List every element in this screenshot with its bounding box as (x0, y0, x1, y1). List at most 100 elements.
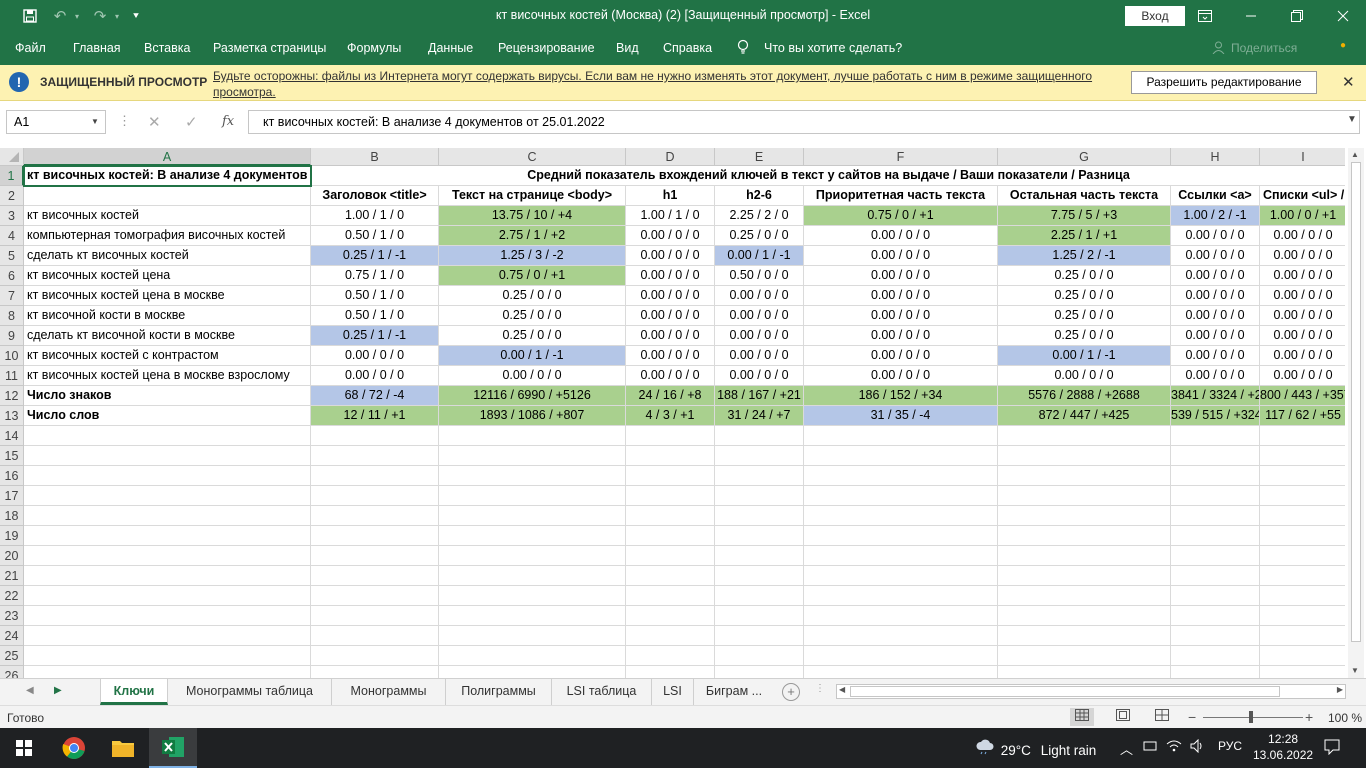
empty-cell[interactable] (626, 546, 715, 566)
column-title-b[interactable]: Заголовок <title> (311, 186, 439, 206)
value-cell[interactable]: 0.00 / 0 / 0 (1260, 366, 1345, 386)
empty-cell[interactable] (998, 586, 1171, 606)
row-header[interactable]: 10 (0, 346, 24, 366)
value-cell[interactable]: 0.25 / 0 / 0 (715, 226, 804, 246)
prev-sheet-icon[interactable]: ◀ (26, 685, 34, 696)
share-icon[interactable] (1212, 41, 1225, 57)
column-header-d[interactable]: D (626, 148, 715, 166)
empty-cell[interactable] (24, 626, 311, 646)
empty-cell[interactable] (1171, 586, 1260, 606)
scroll-up-icon[interactable]: ▲ (1351, 150, 1359, 159)
row-header[interactable]: 8 (0, 306, 24, 326)
value-cell[interactable]: 0.00 / 0 / 0 (804, 326, 998, 346)
scroll-right-icon[interactable]: ▶ (1337, 685, 1343, 694)
empty-cell[interactable] (998, 666, 1171, 678)
empty-cell[interactable] (439, 606, 626, 626)
empty-cell[interactable] (804, 566, 998, 586)
empty-cell[interactable] (998, 426, 1171, 446)
empty-cell[interactable] (804, 606, 998, 626)
empty-cell[interactable] (1171, 426, 1260, 446)
value-cell[interactable]: 0.00 / 0 / 0 (626, 266, 715, 286)
empty-cell[interactable] (24, 426, 311, 446)
sheet-tab-polygrams[interactable]: Полиграммы (446, 679, 552, 705)
empty-cell[interactable] (1171, 546, 1260, 566)
enter-icon[interactable]: ✓ (185, 113, 198, 131)
empty-cell[interactable] (626, 486, 715, 506)
value-cell[interactable]: 0.75 / 0 / +1 (804, 206, 998, 226)
tell-me-search[interactable]: Что вы хотите сделать? (764, 41, 902, 55)
empty-cell[interactable] (439, 626, 626, 646)
value-cell[interactable]: 0.25 / 0 / 0 (998, 266, 1171, 286)
value-cell[interactable]: 0.75 / 1 / 0 (311, 266, 439, 286)
ribbon-display-icon[interactable] (1182, 0, 1228, 32)
network-icon[interactable] (1143, 739, 1159, 756)
empty-cell[interactable] (311, 666, 439, 678)
restore-icon[interactable] (1274, 0, 1320, 32)
empty-cell[interactable] (311, 466, 439, 486)
empty-cell[interactable] (24, 526, 311, 546)
value-cell[interactable]: 0.25 / 0 / 0 (439, 326, 626, 346)
close-icon[interactable] (1320, 0, 1366, 32)
empty-cell[interactable] (1260, 666, 1345, 678)
empty-cell[interactable] (439, 566, 626, 586)
column-header-f[interactable]: F (804, 148, 998, 166)
enable-editing-button[interactable]: Разрешить редактирование (1131, 71, 1317, 94)
column-title-i[interactable]: Списки <ul> / <ol> (1260, 186, 1345, 206)
empty-cell[interactable] (804, 546, 998, 566)
empty-cell[interactable] (626, 526, 715, 546)
empty-cell[interactable] (311, 626, 439, 646)
sheet-tab-keys[interactable]: Ключи (100, 679, 168, 705)
value-cell[interactable]: 0.00 / 1 / -1 (998, 346, 1171, 366)
column-header-g[interactable]: G (998, 148, 1171, 166)
value-cell[interactable]: 117 / 62 / +55 (1260, 406, 1345, 426)
tab-page-layout[interactable]: Разметка страницы (213, 41, 326, 55)
value-cell[interactable]: 31 / 24 / +7 (715, 406, 804, 426)
value-cell[interactable]: 13.75 / 10 / +4 (439, 206, 626, 226)
value-cell[interactable]: 0.00 / 0 / 0 (626, 306, 715, 326)
row-header[interactable]: 1 (0, 166, 24, 186)
value-cell[interactable]: 0.00 / 0 / 0 (715, 366, 804, 386)
value-cell[interactable]: 0.25 / 1 / -1 (311, 246, 439, 266)
value-cell[interactable]: 0.00 / 0 / 0 (1260, 306, 1345, 326)
row-header[interactable]: 19 (0, 526, 24, 546)
expand-formula-bar-icon[interactable]: ▼ (1347, 114, 1357, 125)
sheet-tab-lsi[interactable]: LSI (652, 679, 694, 705)
value-cell[interactable]: 3841 / 3324 / +20 (1171, 386, 1260, 406)
empty-cell[interactable] (24, 586, 311, 606)
row-header[interactable]: 22 (0, 586, 24, 606)
value-cell[interactable]: 0.00 / 0 / 0 (1171, 306, 1260, 326)
row-header[interactable]: 21 (0, 566, 24, 586)
empty-cell[interactable] (1260, 646, 1345, 666)
empty-cell[interactable] (998, 526, 1171, 546)
empty-cell[interactable] (998, 486, 1171, 506)
row-header[interactable]: 4 (0, 226, 24, 246)
keyword-cell[interactable]: Число слов (24, 406, 311, 426)
empty-cell[interactable] (1171, 606, 1260, 626)
value-cell[interactable]: 0.00 / 0 / 0 (804, 306, 998, 326)
empty-cell[interactable] (715, 666, 804, 678)
zoom-slider[interactable] (1203, 717, 1303, 718)
protected-view-message[interactable]: Будьте осторожны: файлы из Интернета мог… (213, 68, 1113, 100)
empty-cell[interactable] (1171, 526, 1260, 546)
empty-cell[interactable] (1171, 486, 1260, 506)
empty-cell[interactable] (804, 446, 998, 466)
value-cell[interactable]: 1.25 / 2 / -1 (998, 246, 1171, 266)
value-cell[interactable]: 0.00 / 0 / 0 (804, 266, 998, 286)
empty-cell[interactable] (311, 526, 439, 546)
value-cell[interactable]: 0.00 / 1 / -1 (715, 246, 804, 266)
value-cell[interactable]: 0.00 / 0 / 0 (626, 226, 715, 246)
value-cell[interactable]: 2.25 / 2 / 0 (715, 206, 804, 226)
empty-cell[interactable] (439, 666, 626, 678)
empty-cell[interactable] (311, 506, 439, 526)
row-header[interactable]: 15 (0, 446, 24, 466)
row-header[interactable]: 7 (0, 286, 24, 306)
value-cell[interactable]: 0.00 / 0 / 0 (626, 286, 715, 306)
column-header-b[interactable]: B (311, 148, 439, 166)
empty-cell[interactable] (24, 666, 311, 678)
clock[interactable]: 12:28 13.06.2022 (1253, 731, 1313, 763)
close-bar-icon[interactable]: ✕ (1342, 73, 1355, 91)
value-cell[interactable]: 0.00 / 0 / 0 (715, 326, 804, 346)
value-cell[interactable]: 0.50 / 1 / 0 (311, 306, 439, 326)
empty-cell[interactable] (715, 606, 804, 626)
value-cell[interactable]: 0.25 / 1 / -1 (311, 326, 439, 346)
